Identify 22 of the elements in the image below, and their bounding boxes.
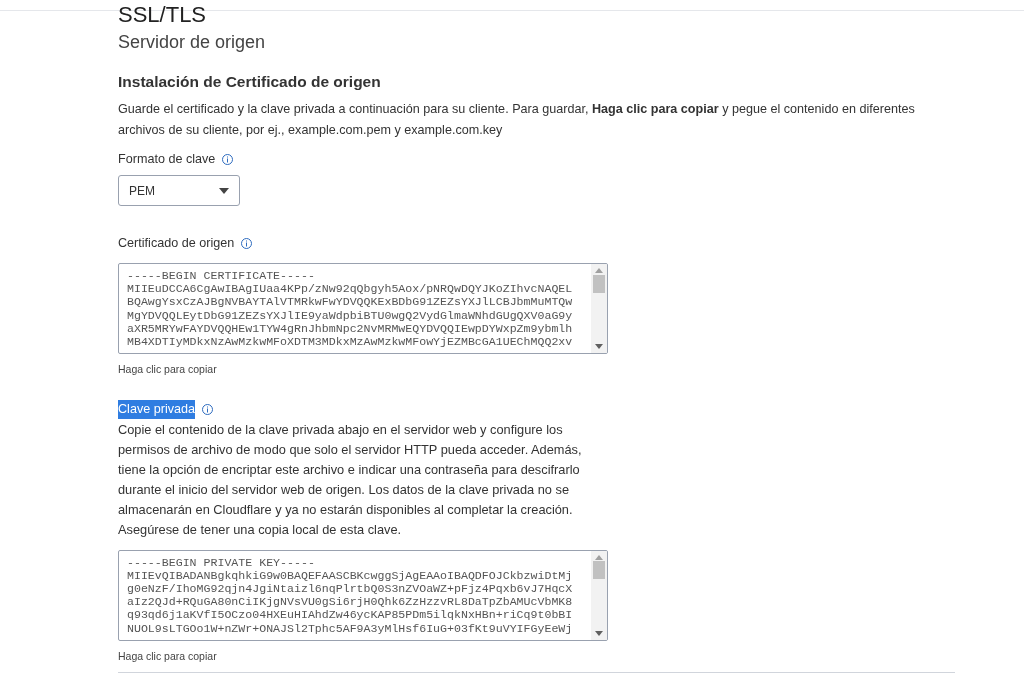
key-textarea[interactable] bbox=[118, 263, 608, 355]
scrollbar-thumb[interactable] bbox=[593, 561, 605, 580]
key-text: -----BEGIN CERTIFICATE----- MIIEuDCCA6CgAwIBAgIUaa4KPp/zNw92qQbgyh5Aox/pNRQwDQYJKoZIhvcNAQEL BQAwgYsxCzAJBgNVBAYTAlVTMRkwFwYDVQQKExBDbG91ZEZsYXJlLCBJbmMuMTQw MgYDVQQLEytDbG91ZEZsYXJlIE9yaWdpbiBTU0wgQ2VydGlmaWNhdGUgQXV0aG9y aXR5MRYwFAYDVQQHEw1TYW4gRnJhbmNpc2NvMRMwEQYDVQQIEwpDYWxpZm9ybmlh MB4XDTIyMDkxNzAwMzkwMFoXDTM3MDkxMzAwMzkwMFowYjEZMBcGA1UEChMQQ2xv bbox=[127, 269, 573, 349]
key-textarea[interactable] bbox=[118, 549, 608, 641]
copy-link[interactable]: Haga clic para copiar bbox=[118, 362, 217, 378]
section-heading: Instalación de Certificado de origen bbox=[118, 72, 381, 92]
scrollbar[interactable] bbox=[591, 264, 607, 354]
caret-icon bbox=[219, 187, 229, 194]
scroll-down-icon[interactable] bbox=[595, 344, 603, 350]
scrollbar[interactable] bbox=[591, 550, 607, 640]
scrollbar-thumb[interactable] bbox=[593, 274, 605, 293]
scroll-down-icon[interactable] bbox=[595, 630, 603, 636]
field-label: Formato de clave bbox=[118, 151, 216, 169]
section-description: Guarde el certificado y la clave privada a continuación para su cliente. Para guardar, Haga clic para copiar y pegue el contenido en diferentes archivos de su cliente, por ej., example.com.pem y example.com.key bbox=[118, 101, 916, 140]
field-description: Copie el contenido de la clave privada abajo en el servidor web y configure los permisos de archivo de modo que solo el servidor HTTP pueda acceder. Además, tiene la opción de encriptar este archivo e indicar una contraseña para descifrarlo durante el inicio del servidor web de origen. Los datos de la clave privada no se almacenarán en Cloudflare y ya no estarán disponibles al completar la creación. Asegúrese de tener una copia local de esta clave. bbox=[118, 420, 583, 539]
key-format-select[interactable]: PEM bbox=[118, 175, 240, 207]
field-label: Certificado de origen bbox=[118, 235, 235, 253]
field-label: Clave privada bbox=[118, 399, 195, 419]
page-title: SSL/TLS bbox=[118, 3, 207, 27]
copy-link[interactable]: Haga clic para copiar bbox=[118, 648, 217, 665]
key-text: -----BEGIN PRIVATE KEY----- MIIEvQIBADANBgkqhkiG9w0BAQEFAASCBKcwggSjAgEAAoIBAQDFOJCkbzwiDtMj g0eNzF/IhoMG92qjn4JgiNtaizl6nqPlrtbQ0S3nZVOaWZ+pFjz4Pqxb6vJ7HqcX aIz2QJd+RQuGA80nCiIKjgNVsVU0gSi6rjH0Qhk6ZzHzzvRL8DaTpZbAMUcVbMK8 q93qd6j1aKVfI5OCzo04HXEuHIAhdZw46ycKAP85PDm5ilqkNxHBn+riCq9t0bBI NUOL9sLTGOo1W+nZWr+ONAJSl2Tphc5AF9A3yMlHsf6IuG+03fKt9uVYIFGyEeWj bbox=[127, 555, 573, 635]
page-subtitle: Servidor de origen bbox=[118, 31, 266, 54]
